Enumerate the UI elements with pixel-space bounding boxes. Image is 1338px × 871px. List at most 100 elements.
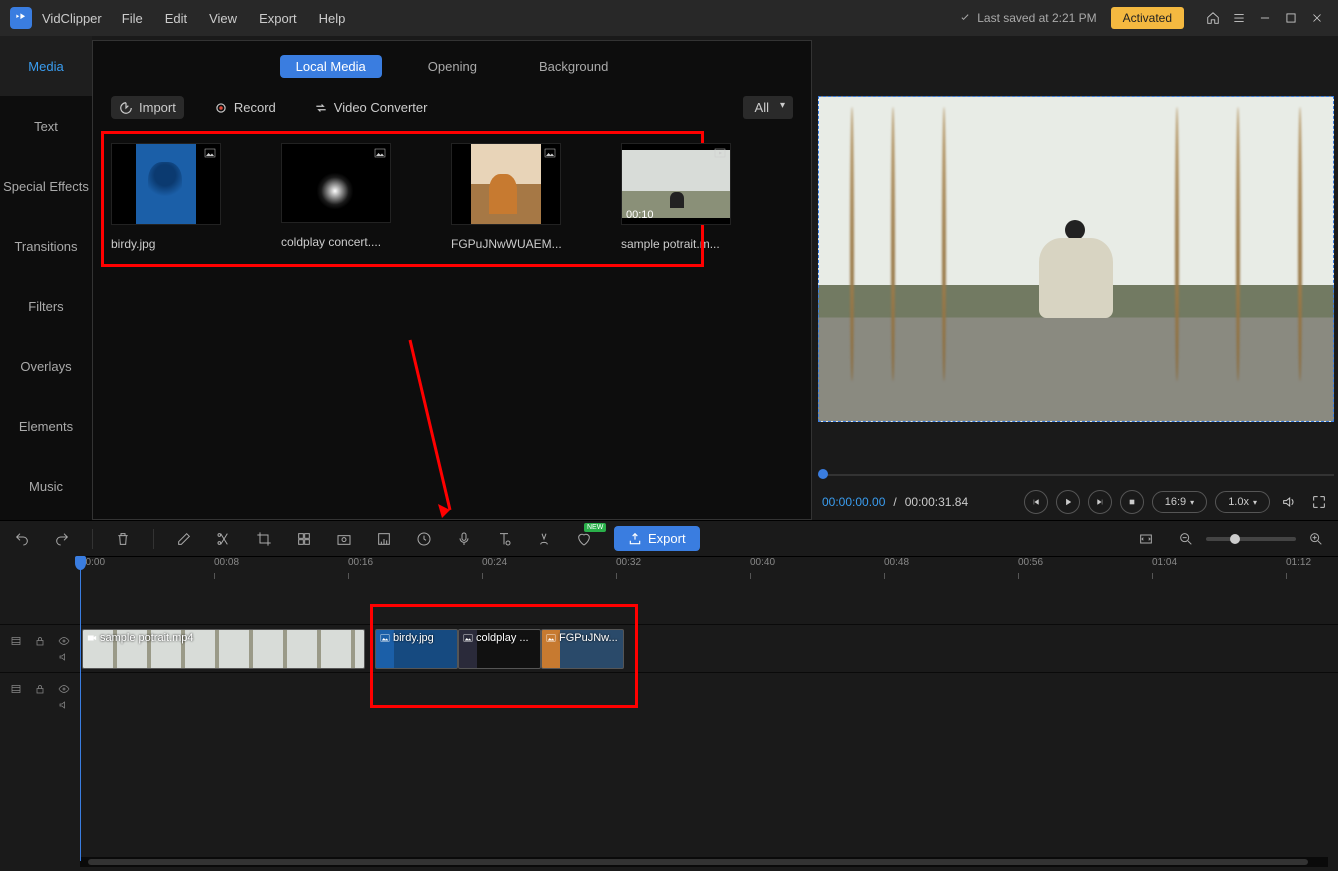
tab-opening[interactable]: Opening — [412, 55, 493, 78]
fit-icon[interactable] — [1136, 529, 1156, 549]
menu-help[interactable]: Help — [319, 11, 346, 26]
record-button[interactable]: Record — [206, 96, 284, 119]
tab-local-media[interactable]: Local Media — [280, 55, 382, 78]
hamburger-icon[interactable] — [1228, 7, 1250, 29]
timeline-ruler[interactable]: 00:00 00:08 00:16 00:24 00:32 00:40 00:4… — [80, 556, 1338, 584]
import-button[interactable]: Import — [111, 96, 184, 119]
export-icon — [628, 532, 642, 546]
menu-edit[interactable]: Edit — [165, 11, 187, 26]
filmstrip-icon[interactable] — [10, 683, 22, 695]
video-icon — [713, 147, 727, 159]
mosaic-button[interactable] — [294, 529, 314, 549]
clip-sample-video[interactable]: sample potrait.mp4 — [82, 629, 365, 669]
timeline-scrollbar[interactable] — [80, 857, 1328, 867]
sidebar: Media Text Special Effects Transitions F… — [0, 36, 92, 520]
volume-icon[interactable] — [1278, 491, 1300, 513]
sidebar-effects[interactable]: Special Effects — [0, 156, 92, 216]
eye-icon[interactable] — [58, 683, 70, 695]
image-icon — [380, 633, 390, 643]
timeline-tracks: sample potrait.mp4 birdy.jpg coldplay ..… — [0, 584, 1338, 720]
video-track-1[interactable]: sample potrait.mp4 birdy.jpg coldplay ..… — [0, 624, 1338, 672]
video-track-2[interactable] — [0, 672, 1338, 720]
sidebar-filters[interactable]: Filters — [0, 276, 92, 336]
playhead[interactable] — [80, 556, 81, 861]
image-icon — [463, 633, 473, 643]
image-icon — [203, 147, 217, 159]
zoom-out-button[interactable] — [1176, 529, 1196, 549]
zoom-slider[interactable] — [1206, 537, 1296, 541]
sidebar-transitions[interactable]: Transitions — [0, 216, 92, 276]
clip-fgpu[interactable]: FGPuJNw... — [541, 629, 624, 669]
favorite-icon[interactable]: NEW — [574, 529, 594, 549]
filmstrip-icon[interactable] — [10, 635, 22, 647]
mute-icon[interactable] — [58, 651, 70, 663]
edit-button[interactable] — [174, 529, 194, 549]
ai-tools-icon[interactable] — [534, 529, 554, 549]
undo-button[interactable] — [12, 529, 32, 549]
media-panel: Local Media Opening Background Import Re… — [92, 40, 812, 520]
video-icon — [87, 633, 97, 643]
stop-button[interactable] — [1120, 490, 1144, 514]
menu-file[interactable]: File — [122, 11, 143, 26]
track-head — [0, 673, 80, 720]
close-icon[interactable] — [1306, 7, 1328, 29]
preview-viewport[interactable] — [818, 96, 1334, 422]
app-name: VidClipper — [42, 11, 102, 26]
image-icon — [543, 147, 557, 159]
activated-badge[interactable]: Activated — [1111, 7, 1184, 29]
time-total: 00:00:31.84 — [905, 495, 968, 509]
media-item-fgpu[interactable]: FGPuJNwWUAEM... — [451, 143, 571, 251]
export-button[interactable]: Export — [614, 526, 700, 551]
lock-icon[interactable] — [34, 683, 46, 695]
titlebar: VidClipper File Edit View Export Help La… — [0, 0, 1338, 36]
menu-export[interactable]: Export — [259, 11, 297, 26]
clip-coldplay[interactable]: coldplay ... — [458, 629, 541, 669]
split-button[interactable] — [214, 529, 234, 549]
lock-icon[interactable] — [34, 635, 46, 647]
voiceover-icon[interactable] — [454, 529, 474, 549]
text-to-speech-icon[interactable] — [494, 529, 514, 549]
clip-birdy[interactable]: birdy.jpg — [375, 629, 458, 669]
tab-background[interactable]: Background — [523, 55, 624, 78]
sidebar-elements[interactable]: Elements — [0, 396, 92, 456]
track-head — [0, 625, 80, 672]
eye-icon[interactable] — [58, 635, 70, 647]
check-icon — [959, 12, 971, 24]
media-item-birdy[interactable]: birdy.jpg — [111, 143, 231, 251]
timeline-toolbar: NEW Export — [0, 520, 1338, 556]
sidebar-music[interactable]: Music — [0, 456, 92, 516]
redo-button[interactable] — [52, 529, 72, 549]
import-icon — [119, 101, 133, 115]
media-item-sample[interactable]: 00:10 sample potrait.m... — [621, 143, 741, 251]
app-logo — [10, 7, 32, 29]
home-icon[interactable] — [1202, 7, 1224, 29]
sidebar-media[interactable]: Media — [0, 36, 92, 96]
crop-button[interactable] — [254, 529, 274, 549]
snapshot-button[interactable] — [334, 529, 354, 549]
converter-button[interactable]: Video Converter — [306, 96, 436, 119]
image-icon — [373, 147, 387, 159]
preview-seekbar[interactable] — [818, 466, 1334, 484]
preview-panel: 00:00:00.00 / 00:00:31.84 16:9▾ 1.0x▾ — [814, 36, 1338, 520]
media-item-coldplay[interactable]: coldplay concert.... — [281, 143, 401, 251]
fullscreen-icon[interactable] — [1308, 491, 1330, 513]
speed-button[interactable]: 1.0x▾ — [1215, 491, 1270, 513]
maximize-icon[interactable] — [1280, 7, 1302, 29]
zoom-in-button[interactable] — [1306, 529, 1326, 549]
record-icon — [214, 101, 228, 115]
minimize-icon[interactable] — [1254, 7, 1276, 29]
play-button[interactable] — [1056, 490, 1080, 514]
save-status: Last saved at 2:21 PM — [959, 11, 1096, 25]
aspect-ratio-button[interactable]: 16:9▾ — [1152, 491, 1207, 513]
speed-icon[interactable] — [414, 529, 434, 549]
sidebar-overlays[interactable]: Overlays — [0, 336, 92, 396]
sidebar-text[interactable]: Text — [0, 96, 92, 156]
next-frame-button[interactable] — [1088, 490, 1112, 514]
delete-button[interactable] — [113, 529, 133, 549]
media-filter-dropdown[interactable]: All — [743, 96, 793, 119]
freeze-button[interactable] — [374, 529, 394, 549]
mute-icon[interactable] — [58, 699, 70, 711]
menu-view[interactable]: View — [209, 11, 237, 26]
prev-frame-button[interactable] — [1024, 490, 1048, 514]
annotation-arrow — [390, 330, 470, 533]
